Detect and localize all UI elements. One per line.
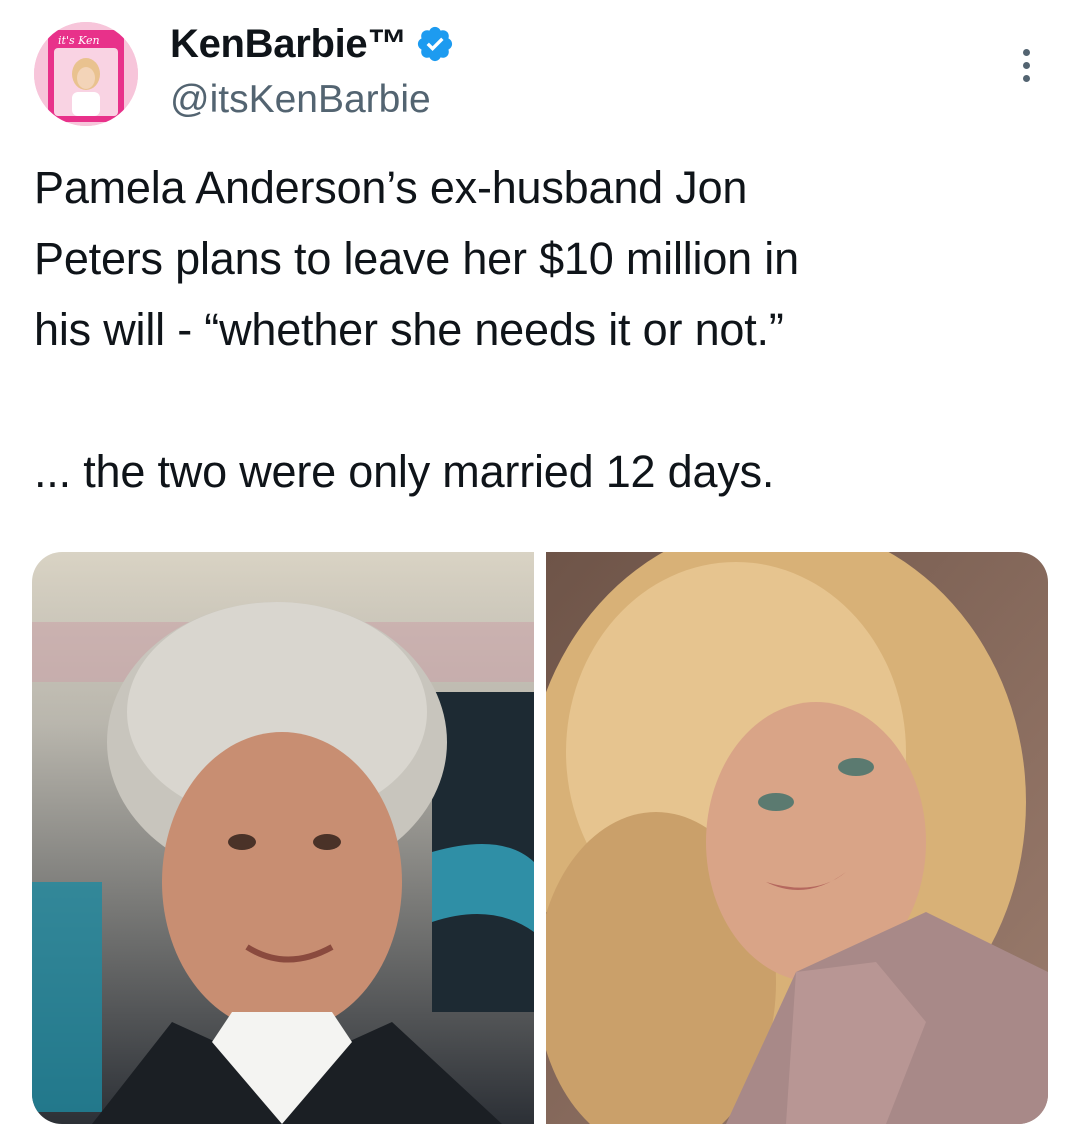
- media-grid: [32, 552, 1048, 1124]
- tweet-text-paragraph: Pamela Anderson’s ex-husband Jon Peters …: [34, 162, 799, 355]
- media-photo-right[interactable]: [546, 552, 1048, 1124]
- barbie-box-avatar-icon: it's Ken: [34, 22, 138, 126]
- more-vertical-icon: [1022, 48, 1030, 56]
- tweet-text-paragraph: ... the two were only married 12 days.: [34, 446, 775, 497]
- avatar-logo-text: it's Ken: [58, 34, 100, 47]
- display-name[interactable]: KenBarbie™: [170, 22, 407, 67]
- user-handle[interactable]: @itsKenBarbie: [170, 78, 455, 122]
- more-vertical-icon-dot: [1022, 74, 1030, 82]
- verified-badge-icon[interactable]: [415, 24, 455, 64]
- tweet: it's Ken KenBarbie™ @itsKenBarbie Pamela…: [0, 0, 1080, 1148]
- photo-man-gray-hair-icon: [32, 552, 534, 1124]
- avatar[interactable]: it's Ken: [34, 22, 138, 126]
- more-vertical-icon-dot: [1022, 61, 1030, 69]
- media-photo-left[interactable]: [32, 552, 534, 1124]
- tweet-text: Pamela Anderson’s ex-husband Jon Peters …: [34, 152, 1044, 507]
- photo-woman-blonde-hair-icon: [546, 552, 1048, 1124]
- display-name-row: KenBarbie™: [170, 18, 455, 70]
- user-info: KenBarbie™ @itsKenBarbie: [170, 18, 455, 122]
- more-options-button[interactable]: [1006, 40, 1046, 90]
